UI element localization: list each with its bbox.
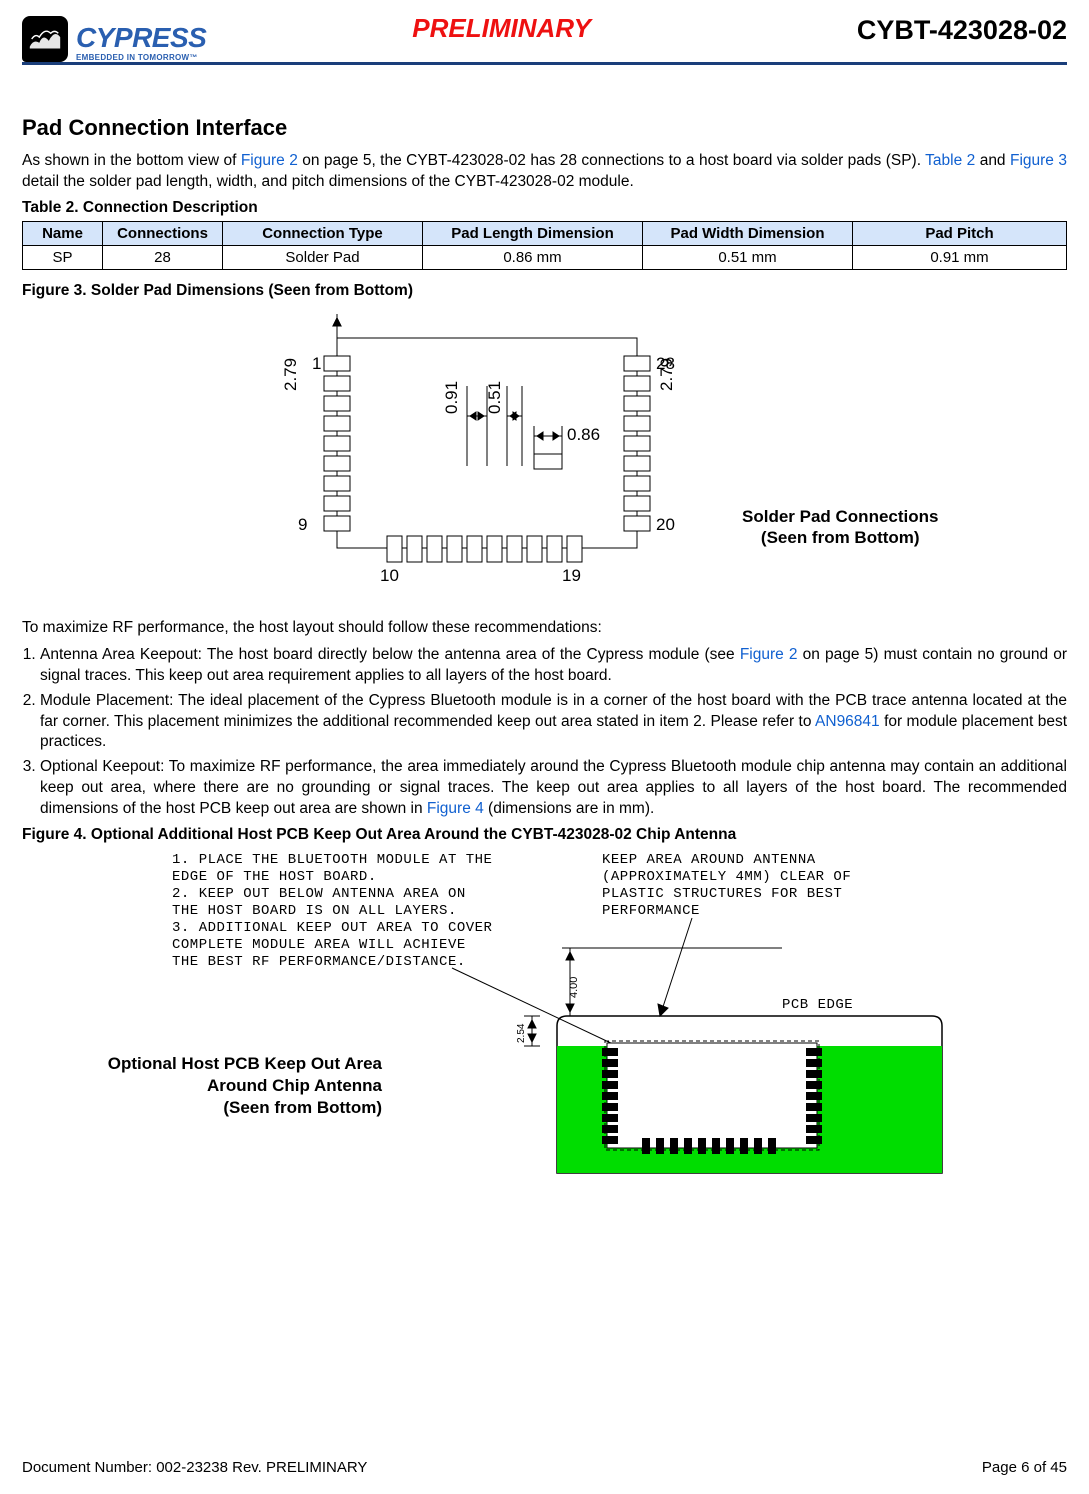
fig4-note: COMPLETE MODULE AREA WILL ACHIEVE [172,937,466,953]
list-item: Module Placement: The ideal placement of… [40,691,1067,754]
table-2: Name Connections Connection Type Pad Len… [22,221,1067,270]
fig4-note: 3. ADDITIONAL KEEP OUT AREA TO COVER [172,920,493,936]
fig4-note: THE HOST BOARD IS ON ALL LAYERS. [172,903,457,919]
figure-3-caption: Figure 3. Solder Pad Dimensions (Seen fr… [22,282,1067,300]
table-header: Name [23,221,103,245]
figure-4: 1. PLACE THE BLUETOOTH MODULE AT THE EDG… [22,848,1067,1178]
pin-label: 10 [380,566,399,585]
figure-4-label-line: Around Chip Antenna [207,1076,382,1095]
table-cell: Solder Pad [223,245,423,269]
fig4-keep-note: PLASTIC STRUCTURES FOR BEST [602,886,842,902]
rec-text: (dimensions are in mm). [484,800,655,817]
table-cell: 0.86 mm [423,245,643,269]
link-table-2[interactable]: Table 2 [925,152,975,169]
dim-label: 0.51 [485,381,504,414]
link-figure-4[interactable]: Figure 4 [427,800,484,817]
dim-label: 4.00 [568,977,580,998]
figure-4-svg: 1. PLACE THE BLUETOOTH MODULE AT THE EDG… [162,848,982,1178]
list-item: Optional Keepout: To maximize RF perform… [40,757,1067,820]
intro-text: and [975,152,1010,169]
table-cell: SP [23,245,103,269]
table-header: Connections [103,221,223,245]
figure-4-label: Optional Host PCB Keep Out Area Around C… [92,1053,382,1119]
table-cell: 0.51 mm [643,245,853,269]
table-cell: 28 [103,245,223,269]
fig4-keep-note: KEEP AREA AROUND ANTENNA [602,852,816,868]
table-2-caption: Table 2. Connection Description [22,199,1067,217]
pin-label: 1 [312,354,321,373]
recommendations-intro: To maximize RF performance, the host lay… [22,618,1067,639]
logo-mark-icon [22,16,68,62]
fig4-note: THE BEST RF PERFORMANCE/DISTANCE. [172,954,466,970]
preliminary-label: PRELIMINARY [146,13,857,44]
link-figure-2[interactable]: Figure 2 [740,646,798,663]
intro-paragraph: As shown in the bottom view of Figure 2 … [22,151,1067,193]
pin-label: 28 [656,354,675,373]
brand-tagline: EMBEDDED IN TOMORROW™ [76,54,206,62]
table-header: Pad Pitch [853,221,1067,245]
document-code: CYBT-423028-02 [857,15,1067,46]
link-an96841[interactable]: AN96841 [815,713,880,730]
dim-label: 0.91 [442,381,461,414]
table-row: SP 28 Solder Pad 0.86 mm 0.51 mm 0.91 mm [23,245,1067,269]
fig4-pcb-edge-label: PCB EDGE [782,997,853,1013]
fig4-note: EDGE OF THE HOST BOARD. [172,869,377,885]
pin-label: 19 [562,566,581,585]
pin-label: 9 [298,515,307,534]
table-cell: 0.91 mm [853,245,1067,269]
fig4-keep-note: (APPROXIMATELY 4MM) CLEAR OF [602,869,851,885]
table-header: Pad Width Dimension [643,221,853,245]
footer-doc-number: Document Number: 002-23238 Rev. PRELIMIN… [22,1459,367,1476]
footer-page-number: Page 6 of 45 [982,1459,1067,1476]
intro-text: detail the solder pad length, width, and… [22,173,634,190]
figure-4-label-line: Optional Host PCB Keep Out Area [108,1054,382,1073]
table-header: Pad Length Dimension [423,221,643,245]
figure-3-label-line: (Seen from Bottom) [761,528,920,547]
rec-text: Antenna Area Keepout: The host board dir… [40,646,740,663]
figure-3: 2.79 2.79 0.91 0.51 0.86 1 9 10 19 20 28… [22,306,1067,606]
section-title: Pad Connection Interface [22,115,1067,141]
fig4-note: 2. KEEP OUT BELOW ANTENNA AREA ON [172,886,466,902]
intro-text: on page 5, the CYBT-423028-02 has 28 con… [298,152,925,169]
recommendations-list: Antenna Area Keepout: The host board dir… [22,645,1067,820]
table-header: Connection Type [223,221,423,245]
intro-text: As shown in the bottom view of [22,152,241,169]
page-header: CYPRESS EMBEDDED IN TOMORROW™ PRELIMINAR… [22,0,1067,65]
page-footer: Document Number: 002-23238 Rev. PRELIMIN… [22,1459,1067,1476]
figure-3-label-line: Solder Pad Connections [742,507,938,526]
dim-label: 0.86 [567,425,600,444]
list-item: Antenna Area Keepout: The host board dir… [40,645,1067,687]
fig4-keep-note: PERFORMANCE [602,903,700,919]
figure-3-svg: 2.79 2.79 0.91 0.51 0.86 1 9 10 19 20 28 [262,306,722,596]
dim-label: 2.79 [281,358,300,391]
figure-4-label-line: (Seen from Bottom) [223,1098,382,1117]
dim-label: 2.54 [516,1023,527,1043]
fig4-note: 1. PLACE THE BLUETOOTH MODULE AT THE [172,852,492,868]
link-figure-3[interactable]: Figure 3 [1010,152,1067,169]
pin-label: 20 [656,515,675,534]
figure-4-caption: Figure 4. Optional Additional Host PCB K… [22,826,1067,844]
figure-3-label: Solder Pad Connections (Seen from Bottom… [742,506,938,549]
link-figure-2[interactable]: Figure 2 [241,152,298,169]
